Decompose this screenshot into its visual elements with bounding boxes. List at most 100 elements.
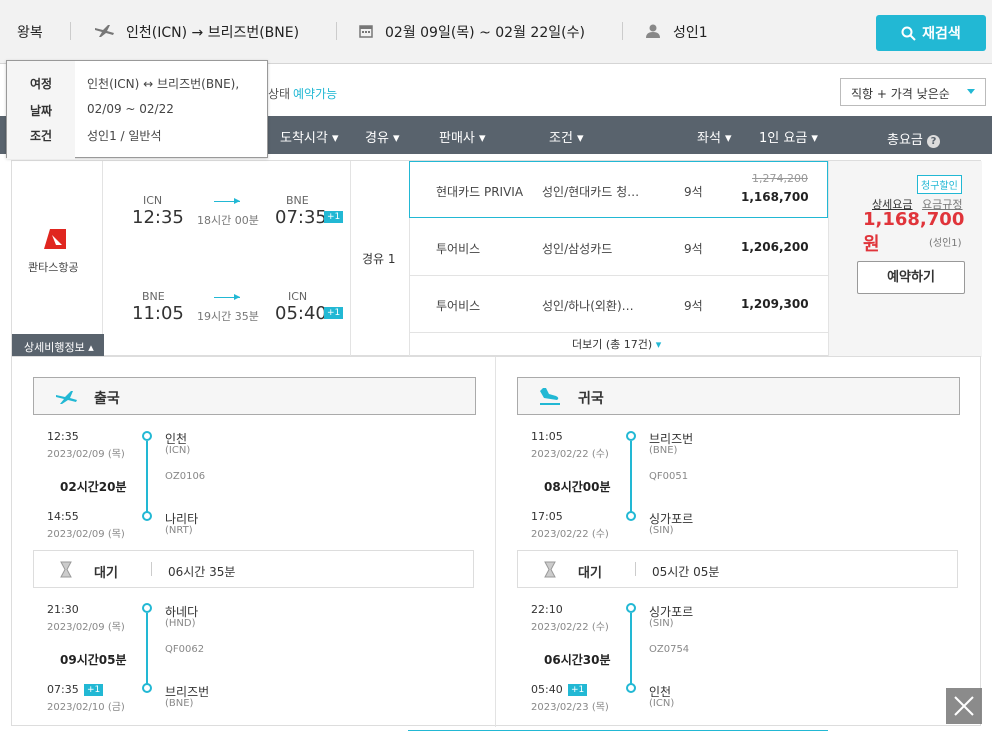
seg-flight-no: QF0062: [165, 644, 205, 655]
in-dep-time: 11:05: [132, 303, 184, 324]
calendar-icon: [359, 24, 373, 42]
close-icon: [954, 696, 974, 716]
hourglass-icon: [60, 561, 72, 578]
col-seat[interactable]: 좌석 ▾: [697, 127, 732, 146]
search-summary-tooltip: 여정 인천(ICN) ↔ 브리즈번(BNE), 날짜 02/09 ~ 02/22…: [6, 60, 268, 159]
more-offers-link[interactable]: 더보기 (총 17건) ▾: [572, 336, 661, 352]
seg-dep-time: 22:10: [531, 603, 563, 616]
help-icon[interactable]: ?: [927, 135, 941, 148]
hourglass-icon: [544, 561, 556, 578]
seg-arr-code: (NRT): [165, 525, 193, 536]
outbound-title: 출국: [94, 391, 120, 407]
in-duration: 19시간 35분: [197, 310, 259, 323]
out-dep-code: ICN: [143, 194, 163, 207]
offer-original-price: 1,274,200: [752, 172, 808, 185]
sort-selected: 직항 + 가격 낮은순: [851, 87, 950, 101]
seg-duration: 06시간30분: [544, 653, 611, 667]
chevron-down-icon: [967, 89, 975, 94]
seg-dep-time: 21:30: [47, 603, 79, 616]
timeline-dot: [626, 511, 636, 521]
col-condition[interactable]: 조건 ▾: [549, 127, 584, 146]
next-day-badge: +1: [568, 684, 588, 696]
seg-duration: 08시간00분: [544, 480, 611, 494]
total-pax: (성인1): [929, 238, 962, 249]
offer-condition: 성인/현대카드 청…: [542, 185, 640, 199]
layover-label: 대기: [94, 566, 118, 581]
divider: [70, 22, 71, 40]
tooltip-cond-value: 성인1 / 일반석: [87, 129, 162, 143]
timeline-dot: [142, 603, 152, 613]
arrow-right-icon: [214, 198, 240, 204]
total-price: 1,168,700원: [863, 209, 965, 255]
seg-dep-date: 2023/02/09 (목): [47, 622, 125, 633]
book-button[interactable]: 예약하기: [857, 261, 965, 294]
layover-duration: 06시간 35분: [168, 565, 236, 579]
seg-dep-code: (SIN): [649, 618, 674, 629]
col-fare[interactable]: 1인 요금 ▾: [759, 127, 818, 146]
search-summary-bar: 왕복 인천(ICN) → 브리즈번(BNE) 02월 09일(목) ~ 02월 …: [0, 0, 992, 64]
tooltip-trip-label: 여정: [29, 77, 53, 91]
research-label: 재검색: [922, 26, 961, 42]
seg-arr-time: 14:55: [47, 510, 79, 523]
seg-arr-time: 05:40: [531, 683, 563, 696]
col-via[interactable]: 경유 ▾: [365, 127, 400, 146]
seg-flight-no: QF0051: [649, 471, 689, 482]
airplane-icon: [95, 24, 115, 42]
research-button[interactable]: 재검색: [876, 15, 986, 51]
timeline-dot: [626, 683, 636, 693]
trip-type[interactable]: 왕복: [17, 22, 43, 42]
layover-label: 대기: [578, 566, 602, 581]
tooltip-date-value: 02/09 ~ 02/22: [87, 102, 174, 116]
seg-dep-time: 11:05: [531, 430, 563, 443]
offer-seller: 투어비스: [436, 242, 481, 256]
offer-seats: 9석: [684, 299, 703, 313]
person-icon: [646, 24, 660, 42]
in-dep-code: BNE: [142, 290, 165, 303]
offer-price: 1,168,700: [741, 190, 809, 204]
seg-arr-date: 2023/02/10 (금): [47, 702, 125, 713]
offer-price: 1,206,200: [741, 240, 809, 254]
out-dep-time: 12:35: [132, 207, 184, 228]
seg-dep-date: 2023/02/22 (수): [531, 622, 609, 633]
seg-arr-date: 2023/02/23 (목): [531, 702, 609, 713]
stops-count: 경유 1: [362, 252, 396, 266]
timeline-dot: [626, 603, 636, 613]
tooltip-trip-value: 인천(ICN) ↔ 브리즈번(BNE),: [87, 77, 240, 91]
seg-dep-code: (HND): [165, 618, 196, 629]
seg-arr-date: 2023/02/09 (목): [47, 529, 125, 540]
qantas-logo-icon: [42, 227, 68, 254]
date-range[interactable]: 02월 09일(목) ~ 02월 22일(수): [385, 22, 585, 42]
sort-select[interactable]: 직항 + 가격 낮은순: [840, 78, 986, 106]
flight-detail-panel: 출국 12:35 2023/02/09 (목) 인천 (ICN) OZ0106 …: [11, 356, 981, 727]
seg-duration: 09시간05분: [60, 653, 127, 667]
tooltip-cond-label: 조건: [29, 129, 53, 143]
seg-arr-code: (SIN): [649, 525, 674, 536]
passenger-count[interactable]: 성인1: [673, 22, 708, 42]
timeline-dot: [626, 431, 636, 441]
col-seller[interactable]: 판매사 ▾: [439, 127, 486, 146]
flight-result-card: 콴타스항공 상세비행정보 ▴ ICN 12:35 18시간 00분 BNE 07…: [11, 160, 982, 357]
outbound-header: 출국: [33, 377, 476, 415]
status-value[interactable]: 예약가능: [293, 85, 337, 102]
layover-box: 대기 05시간 05분: [517, 550, 958, 588]
timeline-dot: [142, 431, 152, 441]
inbound-header: 귀국: [517, 377, 960, 415]
seg-dep-date: 2023/02/09 (목): [47, 449, 125, 460]
offer-condition: 성인/하나(외환)…: [542, 299, 634, 313]
offer-condition: 성인/삼성카드: [542, 242, 613, 256]
search-icon: [901, 26, 916, 41]
seg-dep-time: 12:35: [47, 430, 79, 443]
timeline-dot: [142, 683, 152, 693]
close-button[interactable]: [946, 688, 982, 724]
seg-dep-code: (BNE): [649, 445, 678, 456]
route-text[interactable]: 인천(ICN) → 브리즈번(BNE): [126, 22, 299, 42]
seg-flight-no: OZ0106: [165, 471, 206, 482]
arrival-plane-icon: [540, 388, 560, 405]
detail-flight-info-tab[interactable]: 상세비행정보 ▴: [12, 334, 104, 357]
offer-price: 1,209,300: [741, 297, 809, 311]
col-arrival[interactable]: 도착시각 ▾: [280, 127, 339, 146]
inbound-title: 귀국: [578, 391, 604, 407]
timeline-line: [630, 441, 632, 517]
col-total: 총요금 ?: [887, 129, 941, 148]
next-day-badge: +1: [84, 684, 104, 696]
